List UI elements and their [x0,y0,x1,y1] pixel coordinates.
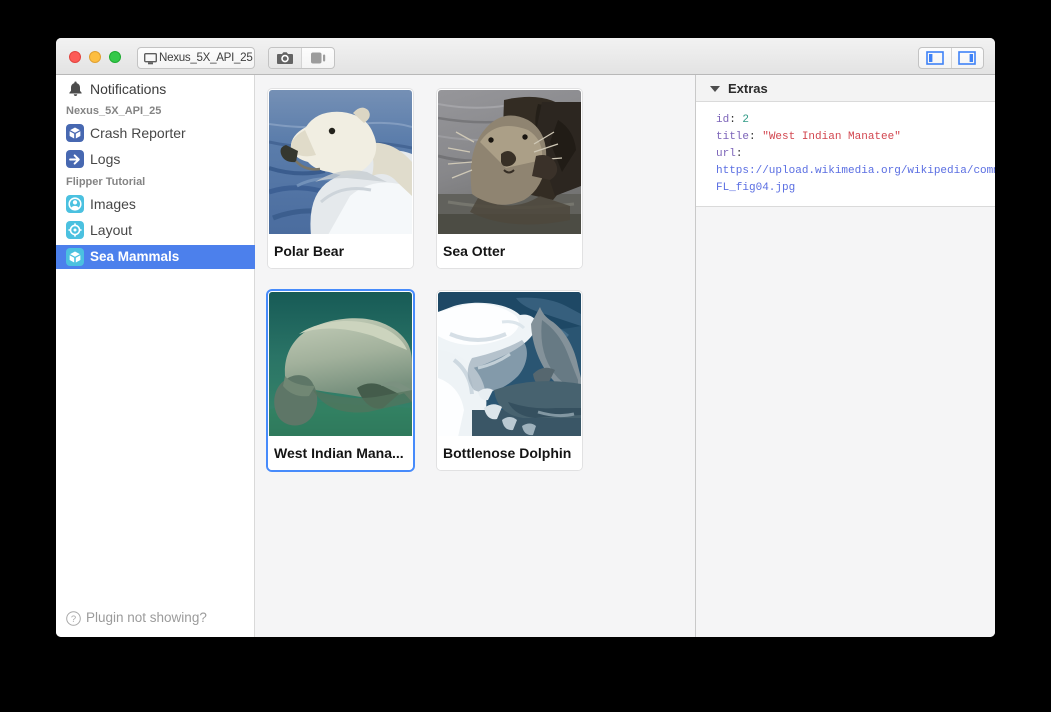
svg-text:?: ? [71,614,76,625]
